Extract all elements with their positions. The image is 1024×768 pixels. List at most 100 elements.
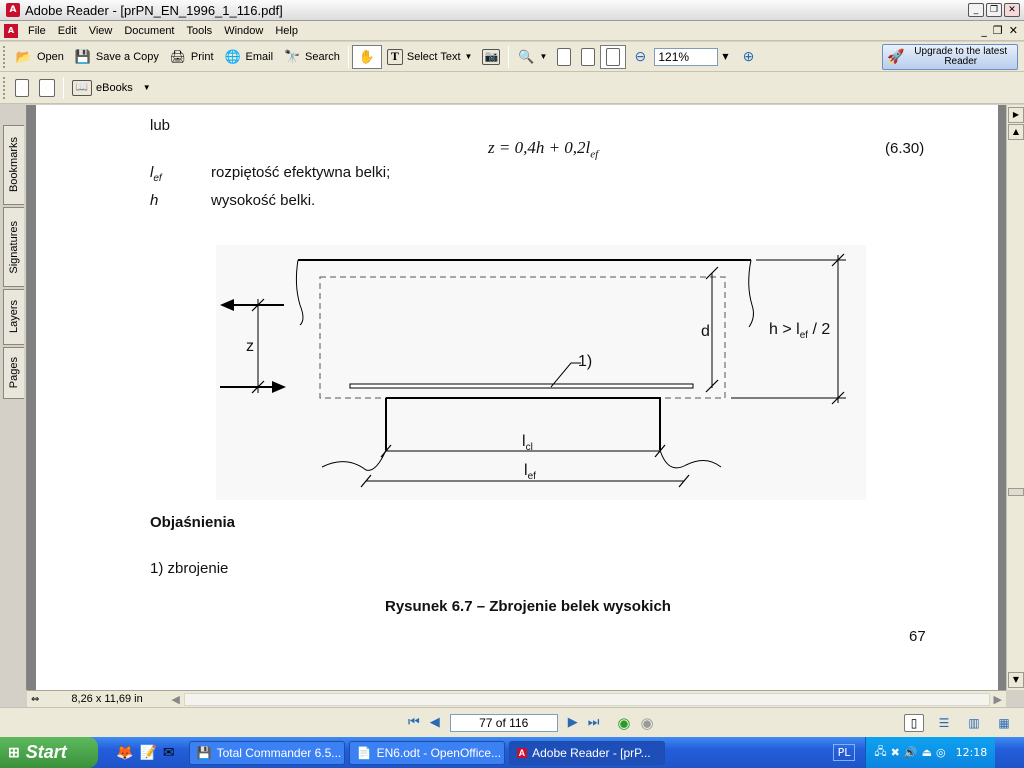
- network-icon[interactable]: 🖧: [874, 743, 886, 762]
- thunderbird-icon[interactable]: ✉: [163, 745, 175, 761]
- upgrade-label: Upgrade to the latest Reader: [914, 45, 1008, 67]
- start-button[interactable]: ⊞ Start: [0, 737, 98, 768]
- def-text-h: wysokość belki.: [211, 192, 316, 209]
- toolbar-separator: [63, 76, 64, 99]
- menu-tools[interactable]: Tools: [181, 25, 219, 37]
- menu-edit[interactable]: Edit: [52, 25, 83, 37]
- language-indicator[interactable]: PL: [832, 744, 856, 761]
- camera-icon: 📷: [482, 48, 501, 65]
- safely-remove-icon[interactable]: ⏏: [922, 746, 932, 759]
- network-disconnected-icon[interactable]: ✖: [891, 746, 900, 759]
- task-total-commander[interactable]: 💾 Total Commander 6.5...: [188, 740, 345, 765]
- explanations-heading: Objaśnienia: [150, 514, 236, 531]
- zoom-out-button[interactable]: ⊖: [626, 45, 654, 69]
- scroll-left-button[interactable]: ◀: [171, 693, 179, 706]
- toolbar-grip[interactable]: [3, 45, 7, 68]
- hand-tool-button[interactable]: ✋: [351, 44, 382, 69]
- toolbar-grip[interactable]: [3, 76, 7, 99]
- tab-layers[interactable]: Layers: [3, 289, 24, 345]
- snapshot-button[interactable]: 📷: [477, 45, 505, 69]
- menu-view[interactable]: View: [83, 25, 119, 37]
- minimize-button[interactable]: _: [968, 3, 984, 17]
- firefox-icon[interactable]: 🦊: [116, 745, 133, 761]
- tab-signatures[interactable]: Signatures: [3, 207, 24, 287]
- folder-open-icon: 📂: [15, 48, 33, 64]
- formula-main: z = 0,4h + 0,2l: [488, 138, 591, 157]
- menu-document[interactable]: Document: [118, 25, 180, 37]
- tab-pages-label: Pages: [8, 357, 20, 389]
- email-button[interactable]: 🌐 Email: [219, 45, 279, 69]
- close-button[interactable]: ✕: [1004, 3, 1020, 17]
- resize-handle-icon[interactable]: ⇔: [31, 694, 39, 705]
- zoom-dropdown-icon[interactable]: ▼: [722, 52, 728, 61]
- zoom-field[interactable]: 121%: [654, 47, 719, 66]
- facing-layout-icon[interactable]: ▥: [964, 714, 984, 732]
- menu-file[interactable]: File: [22, 25, 52, 37]
- page-actual-size-icon: [557, 47, 572, 66]
- quick-launch: 🦊 📝 ✉: [116, 745, 175, 761]
- tab-bookmarks[interactable]: Bookmarks: [3, 125, 24, 205]
- dropdown-arrow-icon[interactable]: ▼: [465, 52, 473, 61]
- search-button[interactable]: 🔭 Search: [278, 45, 345, 69]
- horizontal-scrollbar[interactable]: [183, 692, 990, 706]
- new-document-button[interactable]: [10, 76, 34, 100]
- scroll-right-button[interactable]: ▶: [994, 693, 1002, 706]
- next-page-icon[interactable]: ▶: [568, 715, 578, 730]
- scroll-thumb[interactable]: [1008, 488, 1024, 496]
- scroll-down-button[interactable]: ▼: [1008, 672, 1024, 688]
- continuous-facing-layout-icon[interactable]: ▦: [994, 714, 1014, 732]
- volume-icon[interactable]: 🔊: [904, 746, 918, 759]
- doc-restore-button[interactable]: ❐: [993, 24, 1003, 37]
- save-copy-button[interactable]: 💾 Save a Copy: [69, 45, 164, 69]
- single-page-layout-icon[interactable]: ▯: [904, 713, 924, 732]
- zoom-in-magnifier-icon: 🔍: [518, 48, 535, 64]
- continuous-layout-icon[interactable]: ☰: [934, 714, 954, 732]
- last-page-icon[interactable]: ⏭: [588, 715, 600, 730]
- explanation-item-1: 1) zbrojenie: [150, 560, 229, 577]
- fit-width-button[interactable]: [600, 44, 627, 69]
- windows-logo-icon: ⊞: [8, 744, 20, 760]
- task-adobe-reader[interactable]: A Adobe Reader - [prP...: [508, 740, 665, 765]
- fig-label-h-sub: ef: [799, 330, 809, 342]
- maximize-button[interactable]: ❐: [986, 3, 1002, 17]
- select-text-button[interactable]: T Select Text ▼: [382, 45, 478, 69]
- vertical-scrollbar[interactable]: ▶ ▲ ▼: [1006, 105, 1024, 690]
- zoom-in-tool-button[interactable]: 🔍 ▼: [512, 45, 552, 69]
- fit-page-button[interactable]: [576, 45, 600, 69]
- go-back-icon[interactable]: ◉: [617, 714, 630, 732]
- update-icon[interactable]: ◎: [936, 746, 946, 759]
- ebooks-button[interactable]: 📖 eBooks ▼: [67, 76, 156, 100]
- dropdown-arrow-icon[interactable]: ▼: [143, 83, 151, 92]
- page-number-field[interactable]: 77 of 116: [449, 713, 558, 732]
- go-forward-icon[interactable]: ◉: [641, 714, 654, 732]
- pages-button[interactable]: [34, 76, 60, 100]
- menu-window[interactable]: Window: [218, 25, 269, 37]
- menu-help[interactable]: Help: [269, 25, 304, 37]
- scroll-up-button[interactable]: ▲: [1008, 124, 1024, 140]
- doc-minimize-button[interactable]: _: [981, 24, 987, 37]
- zoom-in-button[interactable]: ⊕: [735, 45, 763, 69]
- dropdown-arrow-icon[interactable]: ▼: [539, 52, 547, 61]
- clock[interactable]: 12:18: [956, 746, 988, 759]
- previous-page-icon[interactable]: ◀: [430, 715, 440, 730]
- page-number: 67: [909, 628, 926, 645]
- split-arrow-button[interactable]: ▶: [1008, 107, 1024, 123]
- open-button[interactable]: 📂 Open: [10, 45, 69, 69]
- status-bar: ⇔ 8,26 x 11,69 in ◀ ▶: [27, 690, 1006, 707]
- formula-subscript: ef: [590, 148, 599, 161]
- actual-size-button[interactable]: [552, 45, 576, 69]
- document-icon: [15, 78, 29, 97]
- openoffice-icon[interactable]: 📝: [139, 745, 156, 761]
- fig-label-z: z: [246, 338, 254, 355]
- tab-pages[interactable]: Pages: [3, 347, 24, 399]
- doc-close-button[interactable]: ✕: [1009, 24, 1018, 37]
- task-openoffice[interactable]: 📄 EN6.odt - OpenOffice...: [348, 740, 505, 765]
- adobe-reader-icon: A: [6, 3, 20, 17]
- print-button[interactable]: 🖨 Print: [164, 45, 219, 69]
- first-page-icon[interactable]: ⏮: [408, 715, 420, 730]
- print-label: Print: [190, 50, 214, 63]
- document-viewport[interactable]: lub z = 0,4h + 0,2lef (6.30) lef rozpięt…: [27, 105, 1006, 690]
- menu-bar: A File Edit View Document Tools Window H…: [0, 21, 1024, 41]
- upgrade-reader-button[interactable]: 🚀 Upgrade to the latest Reader: [882, 43, 1018, 70]
- document-menu-icon[interactable]: A: [4, 23, 18, 38]
